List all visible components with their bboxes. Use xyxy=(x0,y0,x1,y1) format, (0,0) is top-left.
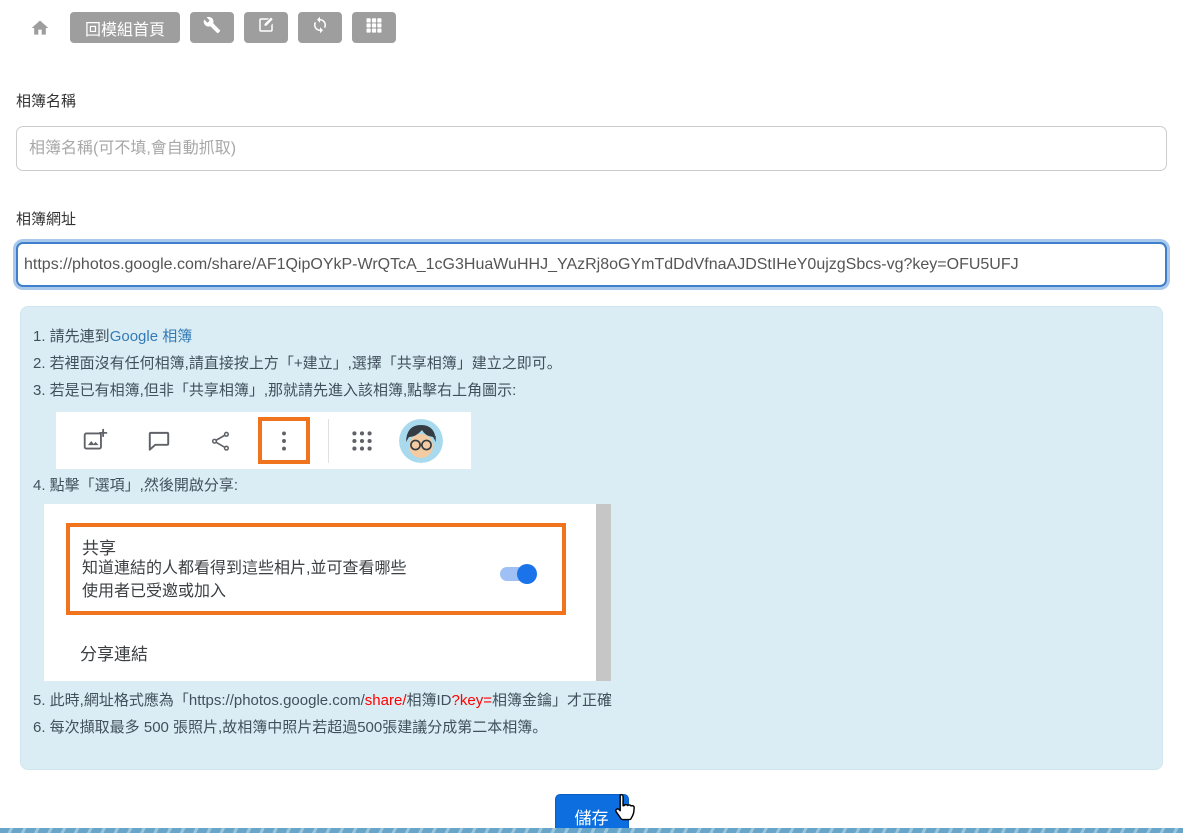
toolbar-divider xyxy=(328,419,329,463)
instructions-box: 1. 請先連到Google 相簿 2. 若裡面沒有任何相簿,請直接按上方「+建立… xyxy=(20,306,1163,770)
edit-icon xyxy=(257,16,275,39)
share-section-highlight-box: 共享 知道連結的人都看得到這些相片,並可查看哪些 使用者已受邀或加入 xyxy=(66,523,566,615)
refresh-button[interactable] xyxy=(298,12,342,43)
album-name-input[interactable] xyxy=(16,126,1167,171)
google-photos-link[interactable]: Google 相簿 xyxy=(110,328,193,345)
more-vert-highlight-box xyxy=(258,417,310,464)
album-name-label: 相簿名稱 xyxy=(16,90,1167,111)
instruction-item-4: 4. 點擊「選項」,然後開啟分享: xyxy=(33,472,1150,499)
grid-icon xyxy=(365,16,383,39)
add-photo-icon xyxy=(82,428,108,454)
instruction-item-5: 5. 此時,網址格式應為「https://photos.google.com/s… xyxy=(33,687,1150,714)
album-url-input[interactable] xyxy=(16,242,1167,287)
instruction-5-text-3: 相簿金鑰」才正確 xyxy=(492,692,612,709)
instruction-item-1: 1. 請先連到Google 相簿 xyxy=(33,323,1150,350)
share-section-description: 知道連結的人都看得到這些相片,並可查看哪些 使用者已受邀或加入 xyxy=(82,557,406,603)
instruction-5-red-share: share/ xyxy=(365,692,407,709)
share-dialog-screenshot: 共享 知道連結的人都看得到這些相片,並可查看哪些 使用者已受邀或加入 分享連結 xyxy=(44,504,611,681)
avatar xyxy=(399,419,443,463)
instruction-5-text-2: 相簿ID xyxy=(407,692,452,709)
refresh-icon xyxy=(311,16,329,39)
footer-top-border xyxy=(0,828,1183,833)
share-section-title: 共享 xyxy=(82,534,116,559)
share-description-line1: 知道連結的人都看得到這些相片,並可查看哪些 xyxy=(82,557,406,580)
album-url-label: 相簿網址 xyxy=(16,208,1167,229)
share-link-label: 分享連結 xyxy=(80,640,148,665)
instruction-1-text: 1. 請先連到 xyxy=(33,328,110,345)
edit-button[interactable] xyxy=(244,12,288,43)
wrench-icon xyxy=(203,16,221,39)
mouse-cursor-icon xyxy=(612,793,639,829)
share-description-line2: 使用者已受邀或加入 xyxy=(82,580,406,603)
home-icon[interactable] xyxy=(30,18,50,38)
toolbar: 回模組首頁 xyxy=(0,0,1183,43)
share-icon xyxy=(208,428,234,454)
instruction-5-text-1: 5. 此時,網址格式應為「https://photos.google.com/ xyxy=(33,692,365,709)
back-to-module-home-button[interactable]: 回模組首頁 xyxy=(70,12,180,43)
photos-toolbar-screenshot xyxy=(56,412,471,469)
share-toggle-on xyxy=(500,567,534,581)
instruction-item-6: 6. 每次擷取最多 500 張照片,故相簿中照片若超過500張建議分成第二本相簿… xyxy=(33,714,1150,741)
grid-button[interactable] xyxy=(352,12,396,43)
page: 回模組首頁 相簿名稱 xyxy=(0,0,1183,833)
comment-icon xyxy=(146,428,172,454)
wrench-button[interactable] xyxy=(190,12,234,43)
instruction-item-3: 3. 若是已有相簿,但非「共享相簿」,那就請先進入該相簿,點擊右上角圖示: xyxy=(33,377,1150,404)
instruction-item-2: 2. 若裡面沒有任何相簿,請直接按上方「+建立」,選擇「共享相簿」建立之即可。 xyxy=(33,350,1150,377)
apps-grid-icon xyxy=(349,428,375,454)
instruction-5-red-key: ?key= xyxy=(452,692,492,709)
dialog-scrollbar xyxy=(596,504,611,681)
more-vert-icon xyxy=(271,428,297,454)
share-toggle-knob xyxy=(517,564,537,584)
